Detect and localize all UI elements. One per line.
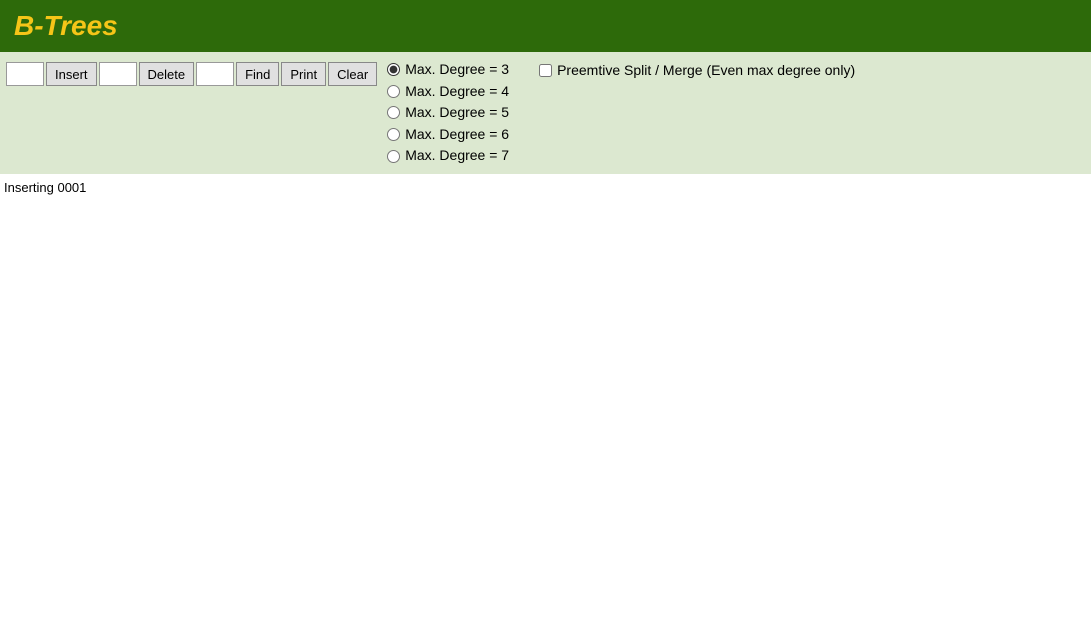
toolbar-controls: Insert Delete Find Print Clear [6,60,377,86]
status-area: Inserting 0001 [0,174,1091,201]
print-button[interactable]: Print [281,62,326,86]
toolbar-options: Max. Degree = 3 Max. Degree = 4 Max. Deg… [387,60,855,166]
delete-button[interactable]: Delete [139,62,195,86]
degree-label-5: Max. Degree = 5 [405,103,509,123]
page-title: B-Trees [14,10,1077,42]
header: B-Trees [0,0,1091,52]
degree-radio-5[interactable] [387,106,400,119]
clear-button[interactable]: Clear [328,62,377,86]
degree-option-3[interactable]: Max. Degree = 3 [387,60,509,80]
degree-options: Max. Degree = 3 Max. Degree = 4 Max. Deg… [387,60,509,166]
degree-label-4: Max. Degree = 4 [405,82,509,102]
degree-radio-4[interactable] [387,85,400,98]
status-message: Inserting 0001 [4,180,86,195]
insert-input[interactable] [6,62,44,86]
degree-option-7[interactable]: Max. Degree = 7 [387,146,509,166]
find-button[interactable]: Find [236,62,279,86]
preemtive-label: Preemtive Split / Merge (Even max degree… [557,62,855,78]
degree-radio-6[interactable] [387,128,400,141]
find-input[interactable] [196,62,234,86]
degree-option-4[interactable]: Max. Degree = 4 [387,82,509,102]
degree-radio-7[interactable] [387,150,400,163]
degree-option-5[interactable]: Max. Degree = 5 [387,103,509,123]
degree-radio-3[interactable] [387,63,400,76]
preemtive-option[interactable]: Preemtive Split / Merge (Even max degree… [539,60,855,78]
degree-label-6: Max. Degree = 6 [405,125,509,145]
delete-input[interactable] [99,62,137,86]
insert-button[interactable]: Insert [46,62,97,86]
degree-option-6[interactable]: Max. Degree = 6 [387,125,509,145]
degree-label-3: Max. Degree = 3 [405,60,509,80]
degree-label-7: Max. Degree = 7 [405,146,509,166]
toolbar: Insert Delete Find Print Clear Max. Degr… [0,52,1091,174]
preemtive-checkbox[interactable] [539,64,552,77]
